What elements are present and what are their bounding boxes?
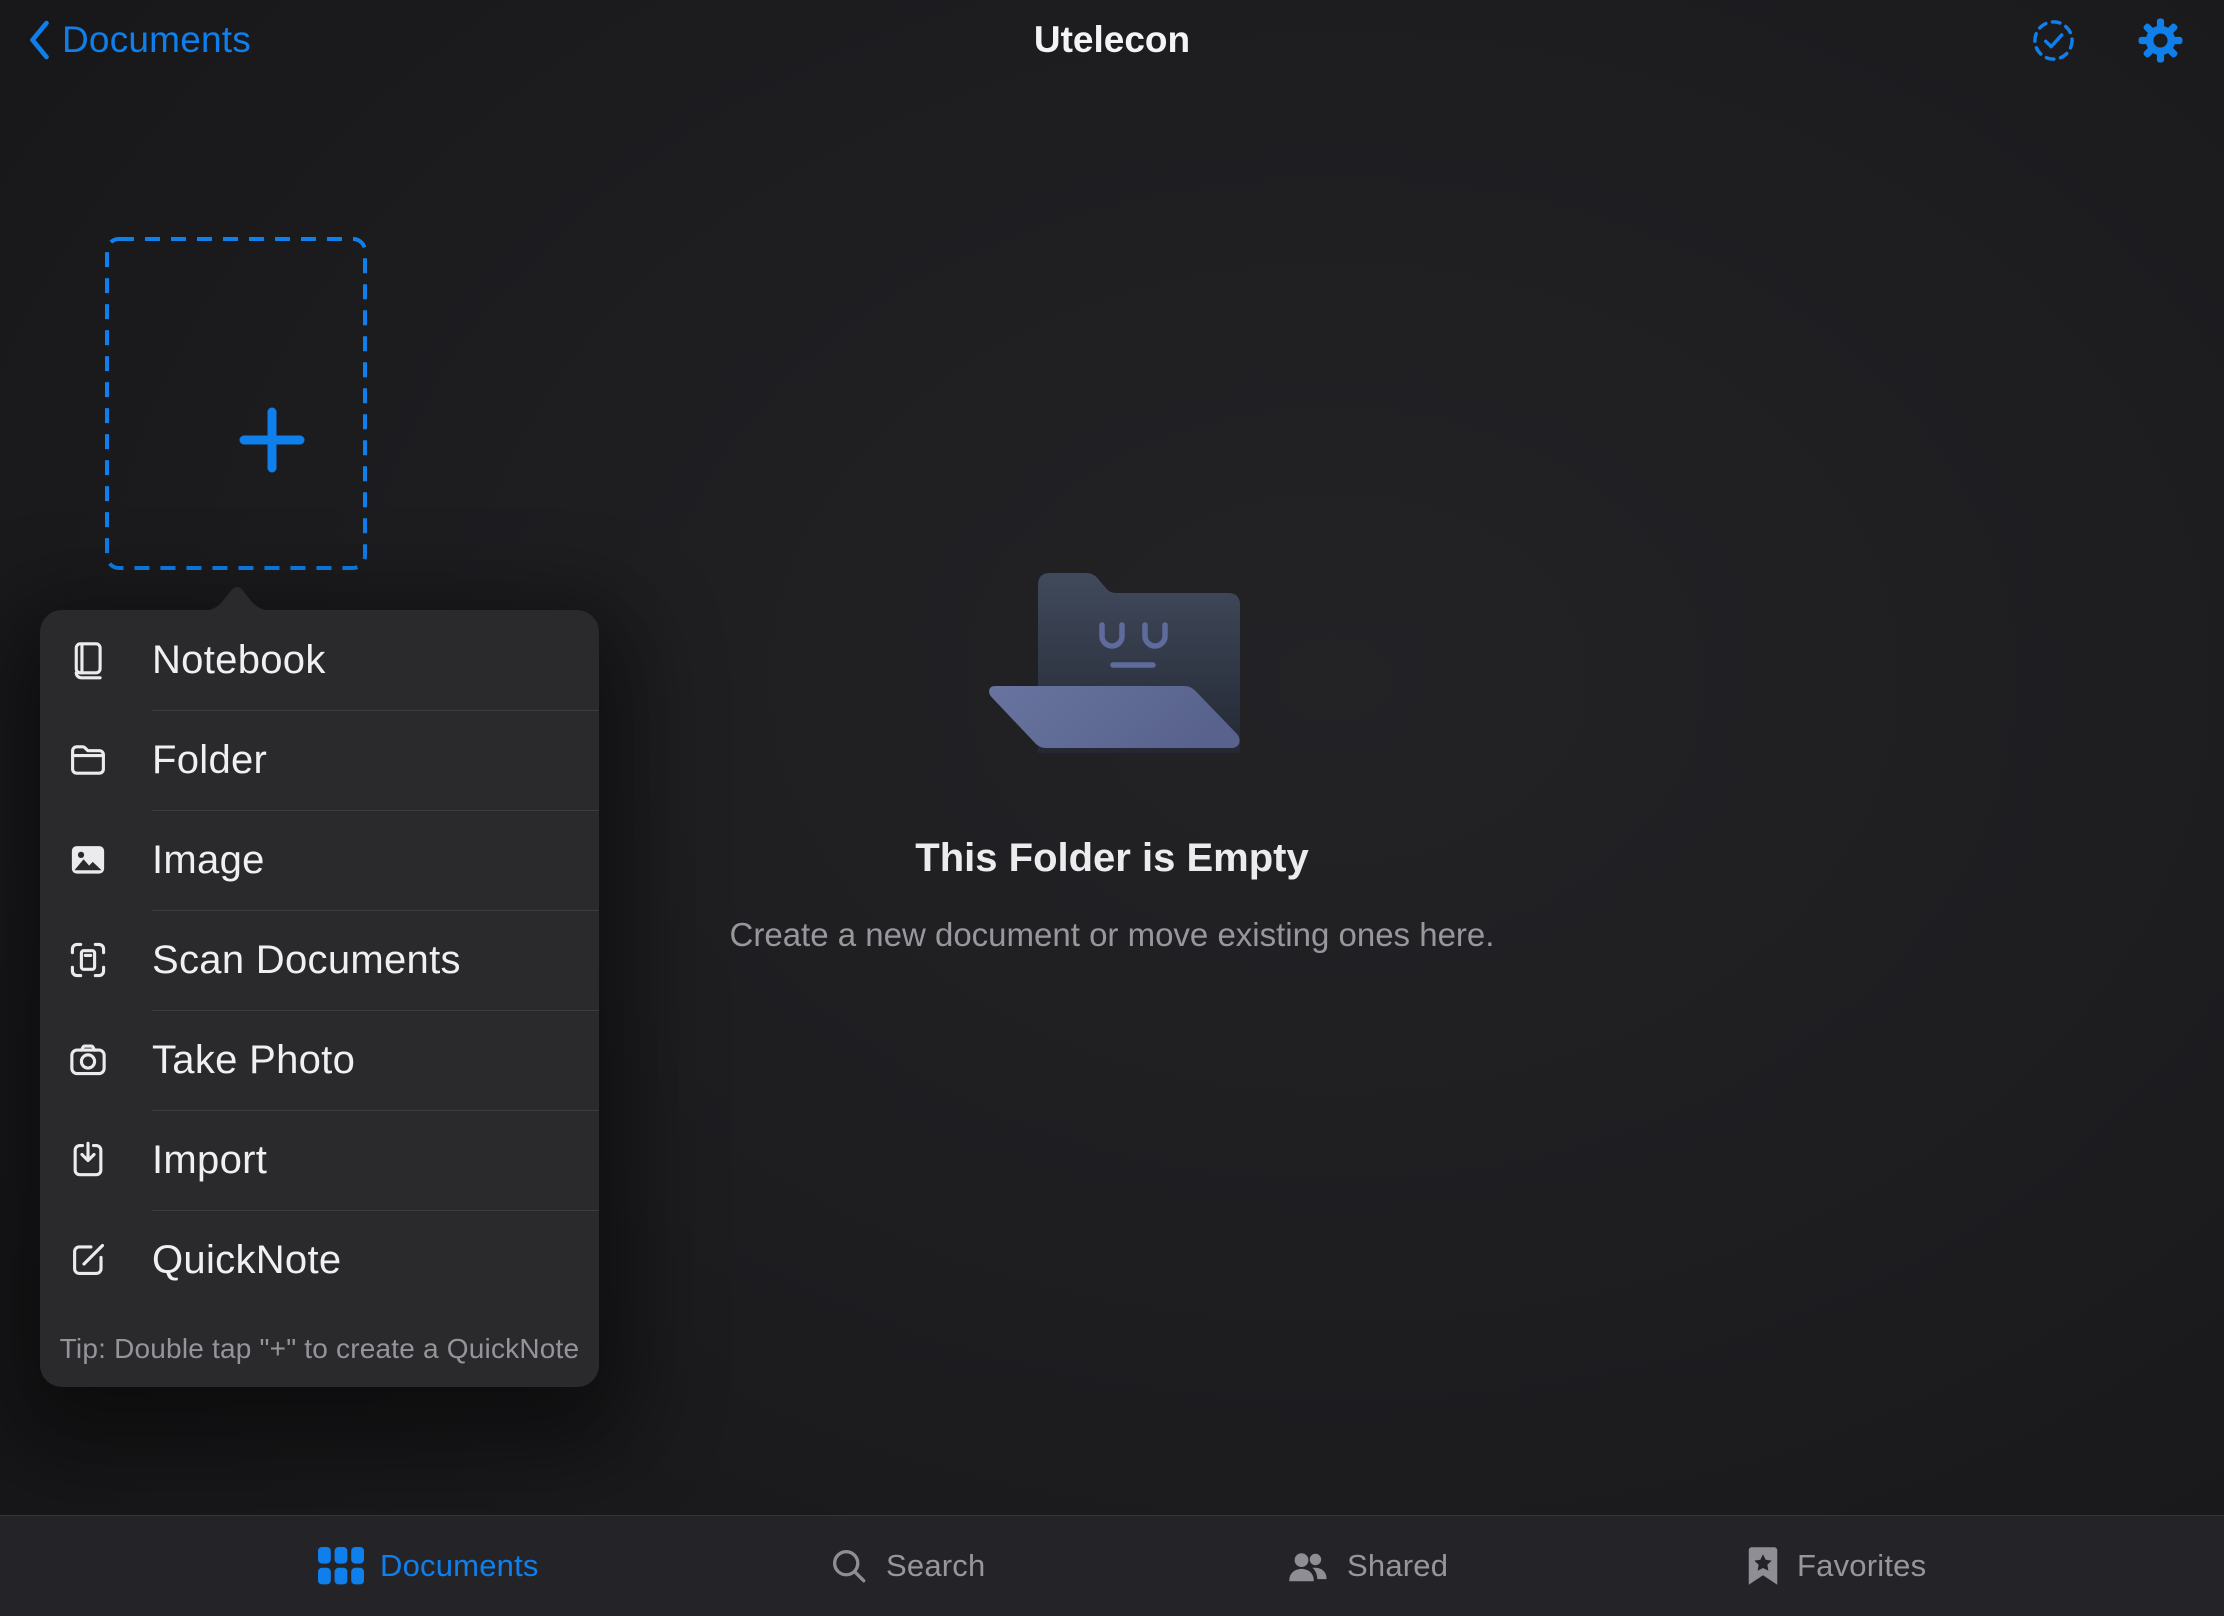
select-check-icon[interactable] bbox=[2030, 17, 2077, 64]
notebook-icon bbox=[66, 638, 110, 682]
tab-search[interactable]: Search bbox=[828, 1516, 985, 1616]
menu-item-label: Image bbox=[152, 838, 265, 883]
quicknote-icon bbox=[66, 1238, 110, 1282]
tab-label: Shared bbox=[1347, 1548, 1448, 1584]
menu-item-label: Import bbox=[152, 1138, 267, 1183]
top-navigation-bar: Documents Utelecon bbox=[0, 0, 2224, 80]
popover-arrow bbox=[201, 584, 273, 611]
page-title: Utelecon bbox=[0, 0, 2224, 80]
bottom-tab-bar: Documents Search Shared bbox=[0, 1515, 2224, 1616]
settings-gear-icon[interactable] bbox=[2137, 17, 2184, 64]
menu-item-image[interactable]: Image bbox=[40, 810, 599, 910]
back-button[interactable]: Documents bbox=[26, 0, 251, 80]
image-icon bbox=[66, 838, 110, 882]
tab-shared[interactable]: Shared bbox=[1285, 1516, 1448, 1616]
import-icon bbox=[66, 1138, 110, 1182]
menu-tip-text: Tip: Double tap "+" to create a QuickNot… bbox=[40, 1310, 599, 1387]
favorites-bookmark-icon bbox=[1745, 1544, 1781, 1588]
tab-favorites[interactable]: Favorites bbox=[1745, 1516, 1926, 1616]
new-document-button[interactable] bbox=[105, 237, 367, 570]
back-button-label: Documents bbox=[62, 19, 251, 61]
menu-item-notebook[interactable]: Notebook bbox=[40, 610, 599, 710]
tab-label: Search bbox=[886, 1548, 985, 1584]
add-menu-popover: Notebook Folder Image bbox=[40, 610, 599, 1387]
search-icon bbox=[828, 1545, 870, 1587]
menu-item-label: Notebook bbox=[152, 638, 326, 683]
chevron-left-icon bbox=[26, 18, 52, 62]
tab-label: Documents bbox=[380, 1548, 539, 1584]
menu-item-folder[interactable]: Folder bbox=[40, 710, 599, 810]
empty-folder-illustration bbox=[985, 570, 1245, 755]
menu-item-take-photo[interactable]: Take Photo bbox=[40, 1010, 599, 1110]
take-photo-icon bbox=[66, 1038, 110, 1082]
menu-item-import[interactable]: Import bbox=[40, 1110, 599, 1210]
app-screen: Documents Utelecon bbox=[0, 0, 2224, 1616]
folder-icon bbox=[66, 738, 110, 782]
menu-item-scan-documents[interactable]: Scan Documents bbox=[40, 910, 599, 1010]
topbar-actions bbox=[2030, 0, 2184, 80]
shared-people-icon bbox=[1285, 1545, 1331, 1587]
menu-item-label: QuickNote bbox=[152, 1238, 341, 1283]
scan-documents-icon bbox=[66, 938, 110, 982]
menu-item-quicknote[interactable]: QuickNote bbox=[40, 1210, 599, 1310]
menu-item-label: Take Photo bbox=[152, 1038, 355, 1083]
menu-item-label: Folder bbox=[152, 738, 267, 783]
documents-grid-icon bbox=[318, 1547, 364, 1585]
tab-label: Favorites bbox=[1797, 1548, 1926, 1584]
tab-documents[interactable]: Documents bbox=[318, 1516, 539, 1616]
menu-item-label: Scan Documents bbox=[152, 938, 461, 983]
